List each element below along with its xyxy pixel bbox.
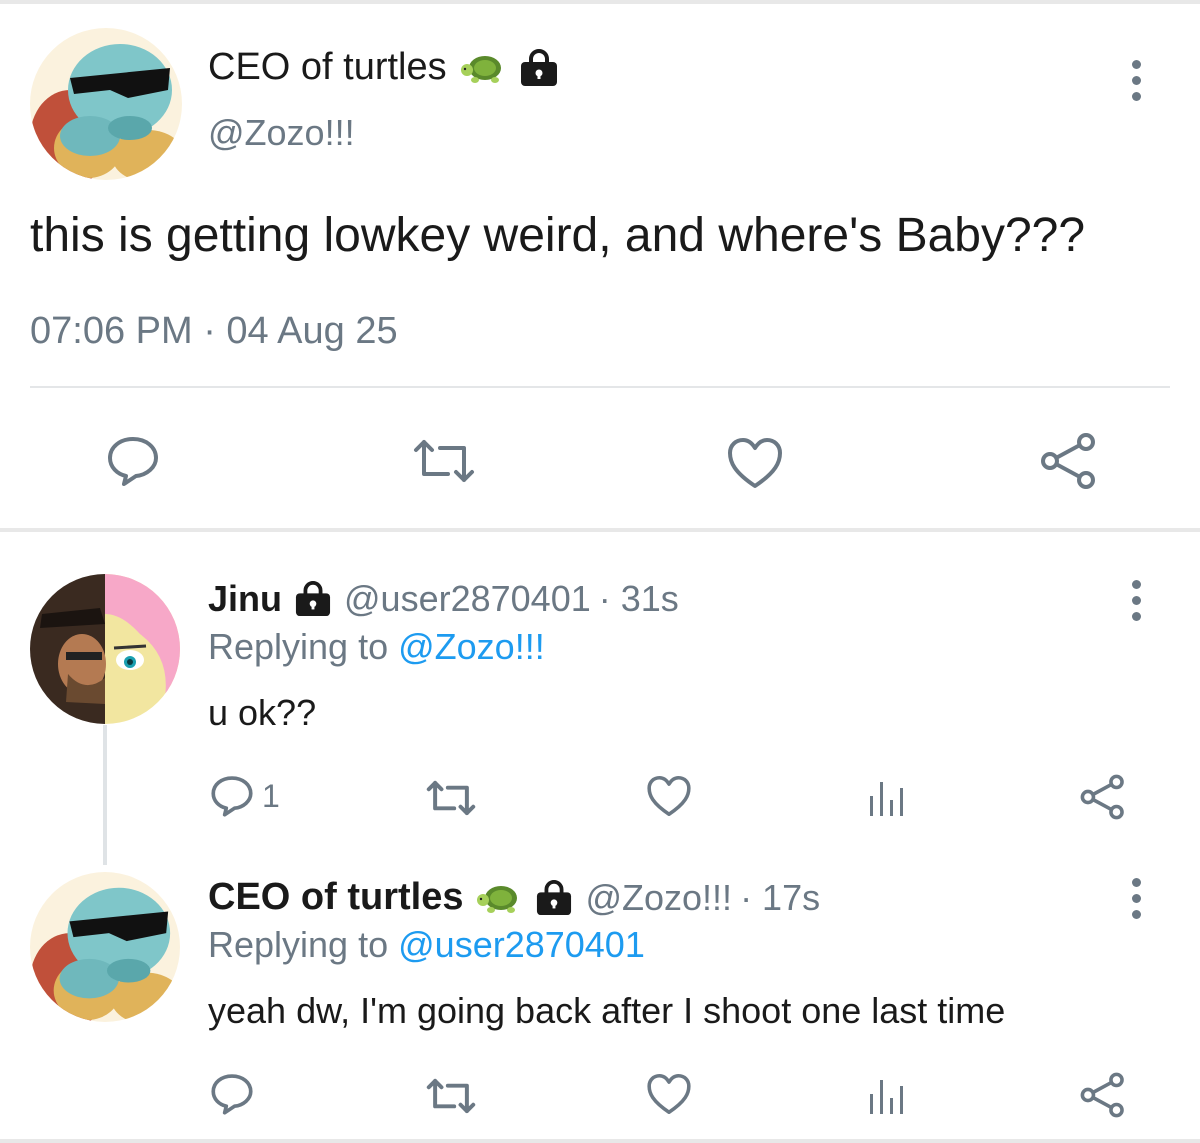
more-options-icon[interactable]: [1130, 878, 1142, 919]
tweet-text: this is getting lowkey weird, and where'…: [30, 209, 1086, 262]
analytics-button[interactable]: [866, 778, 906, 818]
retweet-icon: [414, 440, 474, 482]
analytics-button[interactable]: [866, 1076, 906, 1116]
divider: [30, 386, 1170, 388]
reply-icon: [211, 1074, 253, 1115]
lock-icon: [519, 48, 559, 87]
reply-header: CEO of turtles @Zozo!!! · 17s: [208, 876, 820, 919]
author-handle[interactable]: @user2870401: [344, 578, 591, 620]
avatar[interactable]: [30, 574, 180, 724]
author-name[interactable]: CEO of turtles: [208, 46, 559, 89]
like-icon: [647, 1073, 691, 1115]
tweet-text: u ok??: [208, 692, 317, 733]
thread-connector: [103, 725, 107, 865]
share-icon: [1041, 433, 1095, 489]
replying-to-link[interactable]: @user2870401: [398, 924, 645, 965]
replying-to: Replying to @Zozo!!!: [208, 626, 545, 668]
reply-time: · 31s: [598, 578, 679, 619]
section-divider: [0, 528, 1200, 532]
share-button[interactable]: [1040, 432, 1098, 490]
more-options-icon[interactable]: [1130, 580, 1142, 621]
reply-button[interactable]: 1: [210, 774, 280, 818]
share-button[interactable]: [1080, 774, 1126, 820]
replying-to: Replying to @user2870401: [208, 924, 645, 966]
analytics-icon: [870, 1080, 903, 1114]
replying-label: Replying to: [208, 626, 389, 667]
main-tweet: CEO of turtles @Zozo!!! this is getting …: [0, 4, 1200, 528]
reply-button[interactable]: [106, 434, 160, 488]
retweet-icon: [426, 780, 476, 816]
display-name: CEO of turtles: [208, 46, 447, 88]
author-handle[interactable]: @Zozo!!!: [208, 112, 355, 154]
split-avatar-image: [30, 574, 180, 724]
tweet-text: yeah dw, I'm going back after I shoot on…: [208, 990, 1006, 1031]
reply-time: · 17s: [740, 876, 821, 918]
reply-icon: [108, 437, 158, 486]
reply-icon: [211, 776, 253, 817]
replying-to-link[interactable]: @Zozo!!!: [398, 626, 545, 667]
author-handle[interactable]: @Zozo!!!: [585, 877, 732, 919]
lock-icon: [294, 581, 332, 617]
display-name[interactable]: CEO of turtles: [208, 876, 463, 919]
tweet-timestamp[interactable]: 07:06 PM · 04 Aug 25: [30, 310, 398, 353]
like-button[interactable]: [646, 1072, 692, 1116]
display-name[interactable]: Jinu: [208, 578, 282, 620]
avatar[interactable]: [30, 28, 182, 180]
reply-count: 1: [262, 777, 280, 814]
analytics-icon: [870, 782, 903, 816]
share-button[interactable]: [1080, 1072, 1126, 1118]
like-button[interactable]: [646, 774, 692, 818]
reply-header: Jinu @user2870401 · 31s: [208, 578, 679, 620]
reply-button[interactable]: [210, 1072, 254, 1116]
retweet-icon: [426, 1078, 476, 1114]
squirtle-avatar-image: [30, 872, 180, 1022]
more-options-icon[interactable]: [1130, 60, 1142, 101]
replying-label: Replying to: [208, 924, 389, 965]
like-icon: [728, 438, 782, 488]
share-icon: [1080, 774, 1124, 820]
retweet-button[interactable]: [410, 436, 478, 486]
retweet-button[interactable]: [424, 1076, 478, 1116]
retweet-button[interactable]: [424, 778, 478, 818]
turtle-icon: [459, 50, 507, 86]
turtle-icon: [475, 880, 523, 916]
avatar[interactable]: [30, 872, 180, 1022]
squirtle-avatar-image: [30, 28, 182, 180]
bottom-divider: [0, 1139, 1200, 1143]
lock-icon: [535, 879, 573, 916]
share-icon: [1080, 1072, 1124, 1118]
like-icon: [647, 775, 691, 817]
like-button[interactable]: [726, 436, 784, 490]
